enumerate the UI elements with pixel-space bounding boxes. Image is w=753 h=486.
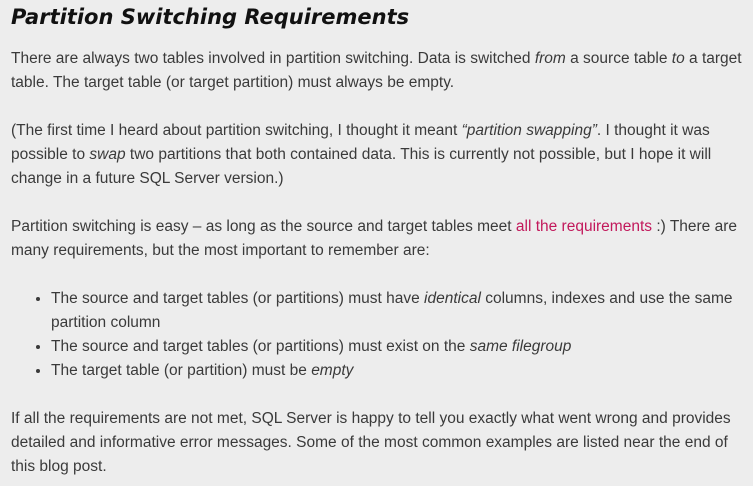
- intro-emphasis-to: to: [671, 50, 685, 67]
- list-item: The source and target tables (or partiti…: [51, 335, 743, 359]
- list-item-emphasis: identical: [424, 290, 481, 307]
- list-item-emphasis: same filegroup: [469, 338, 572, 355]
- section-heading: Partition Switching Requirements: [11, 5, 410, 29]
- paragraph-requirements-intro: Partition switching is easy – as long as…: [11, 215, 743, 263]
- aside-emphasis-swapping: “partition swapping”: [461, 122, 597, 139]
- intro-text-1: There are always two tables involved in …: [11, 50, 535, 67]
- intro-emphasis-from: from: [534, 50, 566, 67]
- requirements-text-1: Partition switching is easy – as long as…: [11, 218, 516, 235]
- list-item: The target table (or partition) must be …: [51, 359, 743, 383]
- paragraph-closing: If all the requirements are not met, SQL…: [11, 410, 731, 475]
- list-item-text: The source and target tables (or partiti…: [51, 290, 425, 307]
- paragraph-aside: (The first time I heard about partition …: [11, 119, 743, 191]
- aside-emphasis-swap: swap: [89, 146, 126, 163]
- list-item-emphasis: empty: [311, 362, 354, 379]
- requirements-link[interactable]: all the requirements: [516, 218, 652, 235]
- list-item: The source and target tables (or partiti…: [51, 287, 743, 335]
- list-item-text: The target table (or partition) must be: [51, 362, 312, 379]
- list-item-text: The source and target tables (or partiti…: [51, 338, 470, 355]
- paragraph-intro: There are always two tables involved in …: [11, 47, 743, 95]
- article-section: Partition Switching Requirements There a…: [0, 0, 753, 486]
- requirements-list: The source and target tables (or partiti…: [11, 287, 743, 383]
- aside-text-1: (The first time I heard about partition …: [11, 122, 462, 139]
- intro-text-2: a source table: [565, 50, 672, 67]
